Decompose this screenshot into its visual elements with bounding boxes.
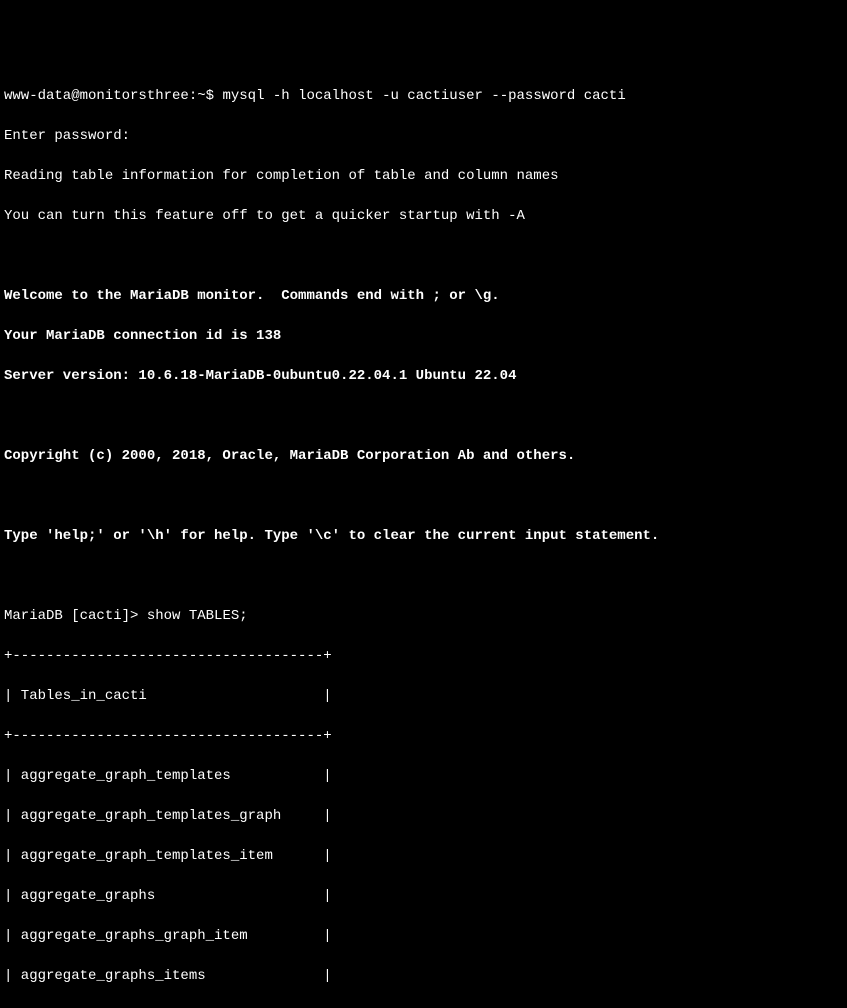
- shell-path: ~: [197, 88, 205, 104]
- table-row: | aggregate_graphs_items |: [4, 966, 843, 986]
- welcome-line-2: Your MariaDB connection id is 138: [4, 326, 843, 346]
- table-row: | aggregate_graph_templates_graph |: [4, 806, 843, 826]
- blank-line: [4, 246, 843, 266]
- blank-line: [4, 406, 843, 426]
- copyright-line: Copyright (c) 2000, 2018, Oracle, MariaD…: [4, 446, 843, 466]
- table-border-top: +-------------------------------------+: [4, 646, 843, 666]
- shell-symbol: $: [206, 88, 214, 104]
- table-row: | aggregate_graphs |: [4, 886, 843, 906]
- reading-info-line: Reading table information for completion…: [4, 166, 843, 186]
- shell-user-host: www-data@monitorsthree: [4, 88, 189, 104]
- blank-line: [4, 566, 843, 586]
- table-row: | automation_devices |: [4, 1006, 843, 1008]
- table-row: | aggregate_graph_templates_item |: [4, 846, 843, 866]
- db-prompt-line: MariaDB [cacti]> show TABLES;: [4, 606, 843, 626]
- welcome-line-3: Server version: 10.6.18-MariaDB-0ubuntu0…: [4, 366, 843, 386]
- table-row: | aggregate_graph_templates |: [4, 766, 843, 786]
- table-border-mid: +-------------------------------------+: [4, 726, 843, 746]
- welcome-line-1: Welcome to the MariaDB monitor. Commands…: [4, 286, 843, 306]
- db-prompt-label: MariaDB [cacti]>: [4, 608, 138, 624]
- db-command[interactable]: show TABLES;: [147, 608, 248, 624]
- shell-prompt-line: www-data@monitorsthree:~$ mysql -h local…: [4, 86, 843, 106]
- turnoff-info-line: You can turn this feature off to get a q…: [4, 206, 843, 226]
- enter-password-line[interactable]: Enter password:: [4, 126, 843, 146]
- table-header: | Tables_in_cacti |: [4, 686, 843, 706]
- help-line: Type 'help;' or '\h' for help. Type '\c'…: [4, 526, 843, 546]
- table-row: | aggregate_graphs_graph_item |: [4, 926, 843, 946]
- shell-command[interactable]: mysql -h localhost -u cactiuser --passwo…: [222, 88, 625, 104]
- blank-line: [4, 486, 843, 506]
